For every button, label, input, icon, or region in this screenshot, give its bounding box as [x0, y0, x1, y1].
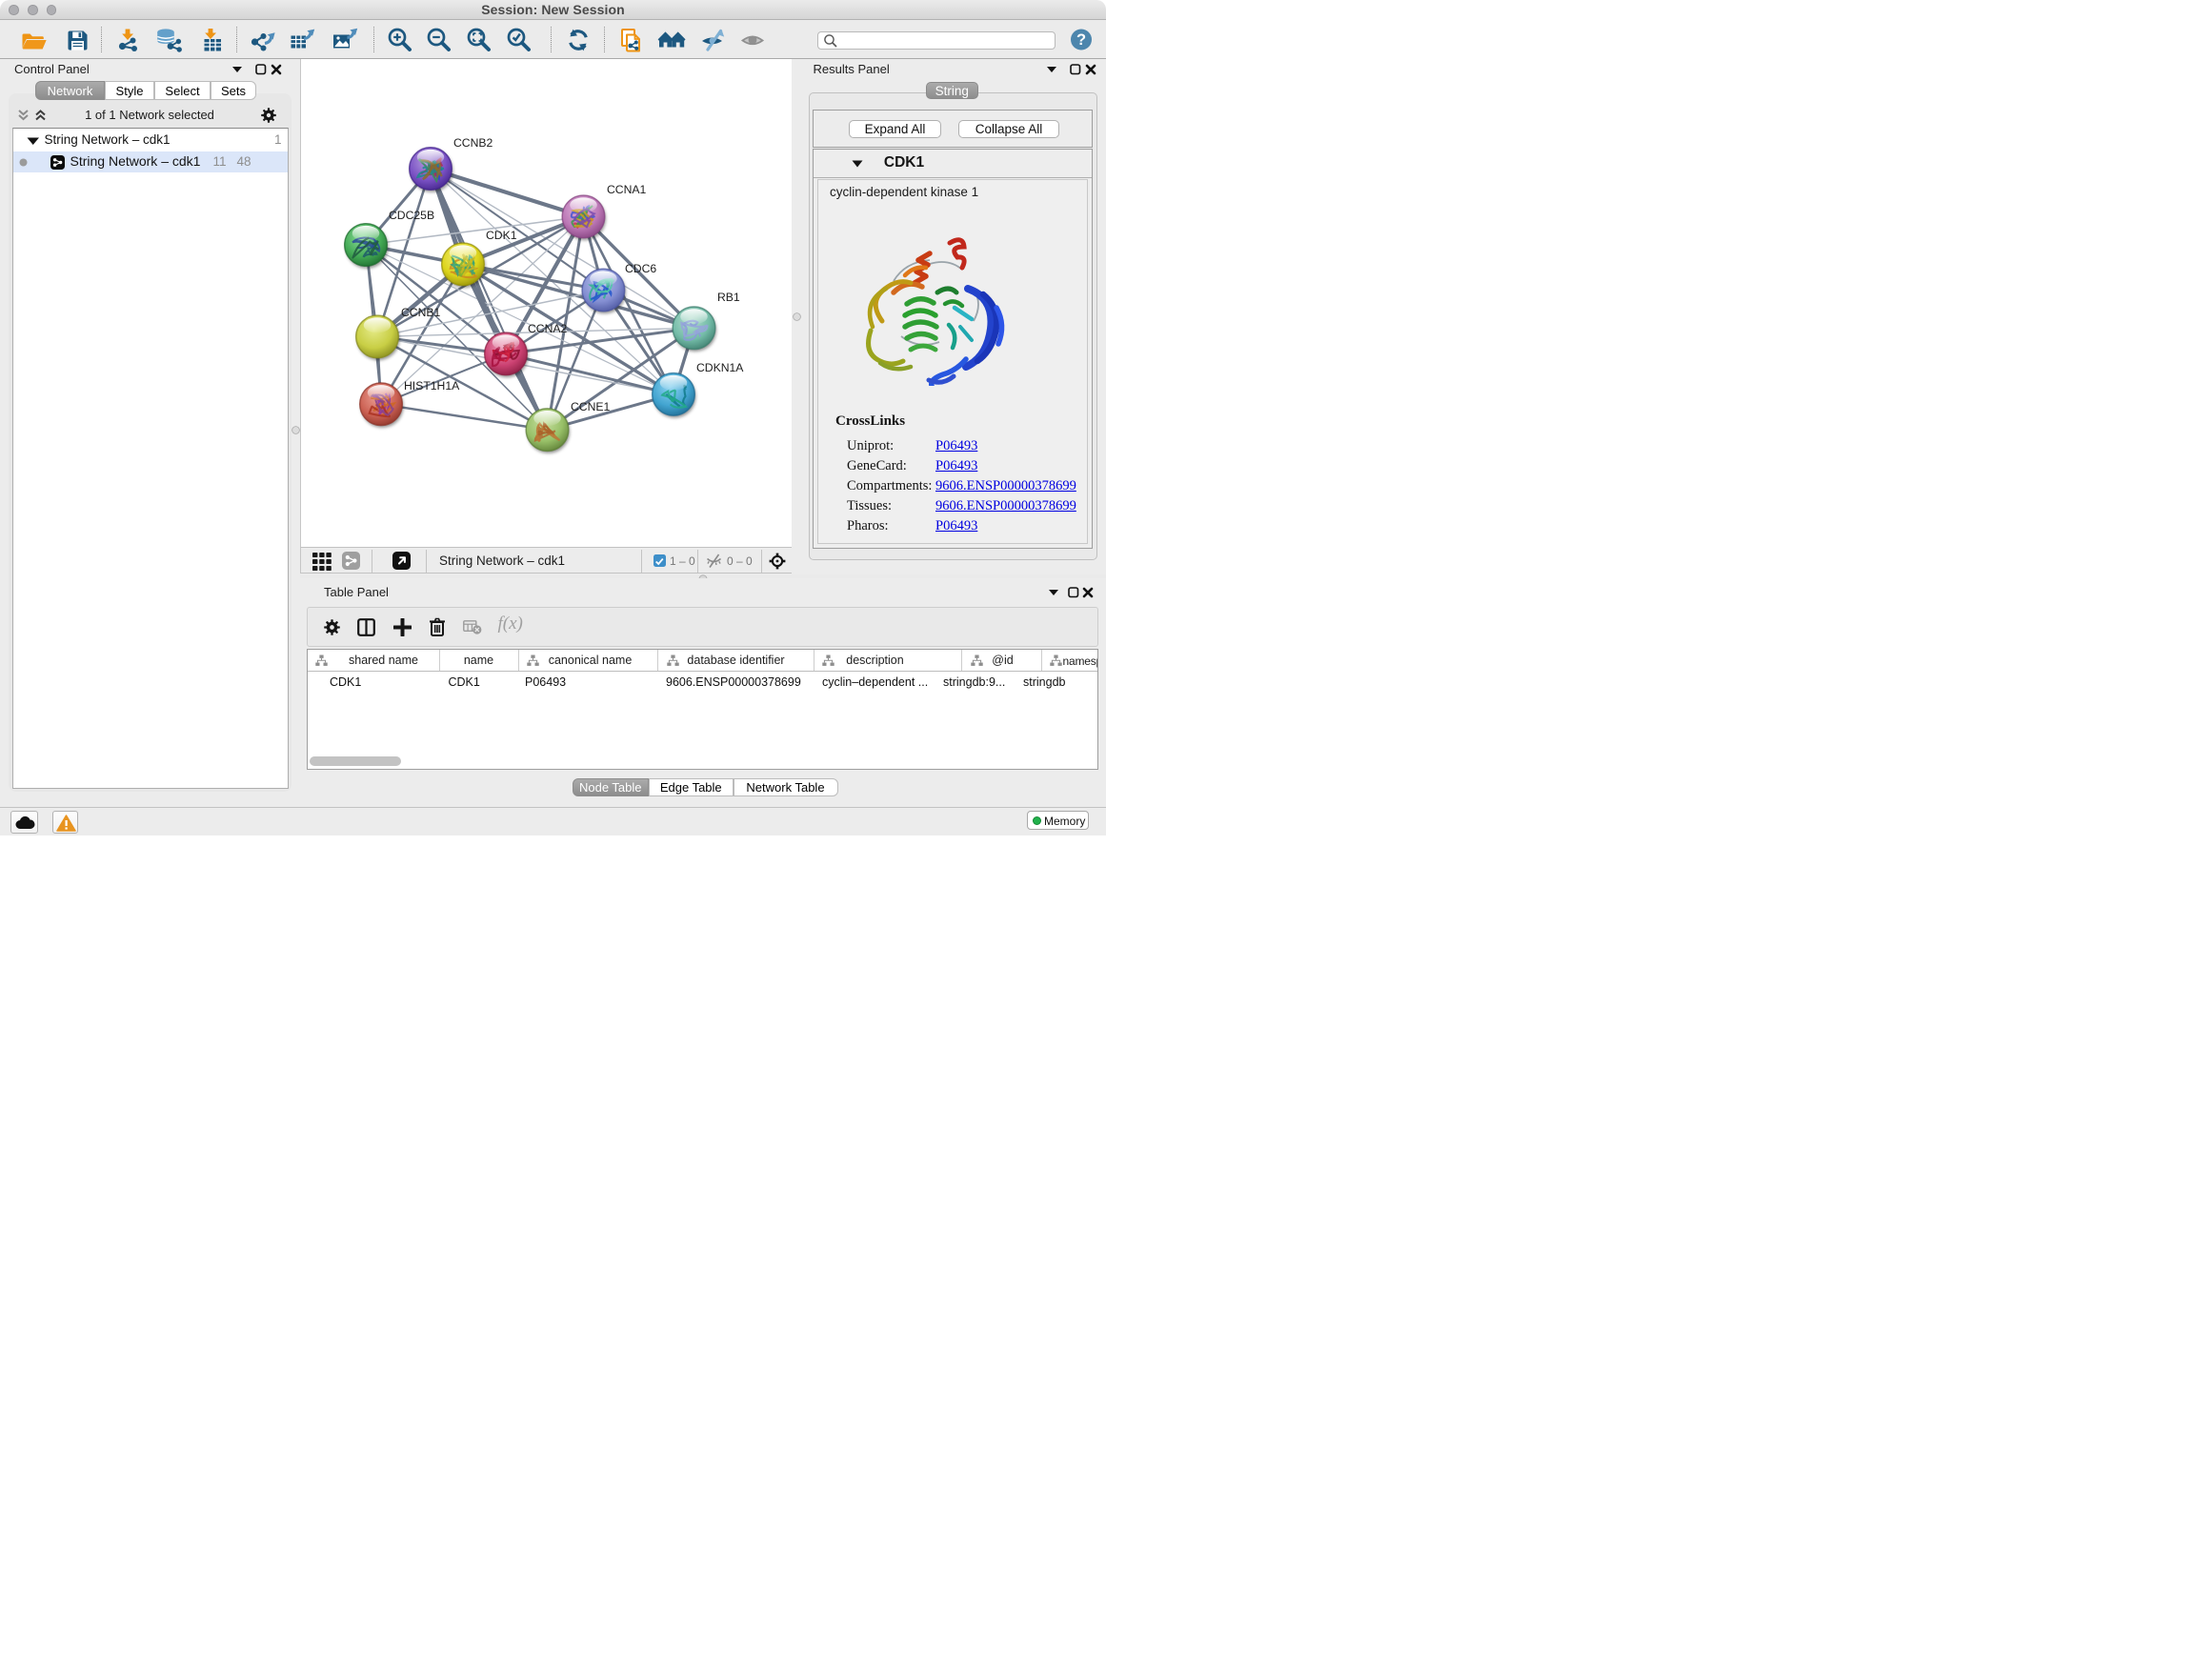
svg-text:CCNB2: CCNB2	[453, 136, 493, 150]
svg-text:HIST1H1A: HIST1H1A	[404, 379, 460, 393]
svg-text:CCNB1: CCNB1	[401, 306, 441, 319]
svg-text:?: ?	[1076, 31, 1086, 49]
svg-text:CCNE1: CCNE1	[571, 400, 611, 413]
svg-text:CCNA2: CCNA2	[528, 322, 568, 335]
svg-text:CDC25B: CDC25B	[389, 209, 434, 222]
svg-text:CDC6: CDC6	[625, 262, 656, 275]
svg-text:CDKN1A: CDKN1A	[696, 361, 744, 374]
svg-text:CCNA1: CCNA1	[607, 183, 647, 196]
svg-text:RB1: RB1	[717, 291, 740, 304]
svg-text:CDK1: CDK1	[486, 229, 517, 242]
